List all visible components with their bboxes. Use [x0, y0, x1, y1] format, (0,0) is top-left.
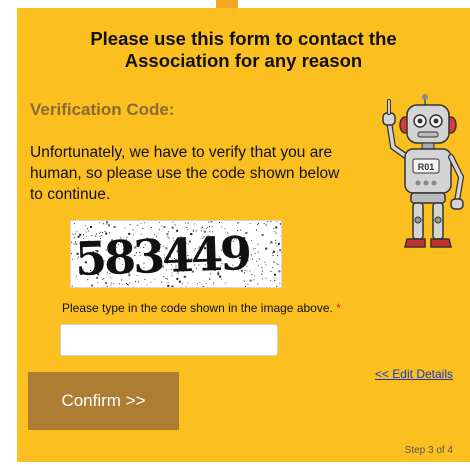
verification-title: Verification Code: — [30, 100, 175, 119]
edit-details-link[interactable]: << Edit Details — [375, 367, 453, 381]
form-heading-line1: Please use this form to contact the — [90, 28, 397, 49]
required-marker: * — [336, 301, 341, 315]
confirm-button[interactable]: Confirm >> — [28, 372, 179, 430]
captcha-image: 583449 — [70, 220, 282, 288]
step-indicator: Step 3 of 4 — [404, 445, 453, 456]
code-field-label: Please type in the code shown in the ima… — [62, 301, 341, 315]
form-heading: Please use this form to contact the Asso… — [17, 28, 470, 72]
contact-form-panel: Please use this form to contact the Asso… — [17, 8, 470, 462]
code-field-label-text: Please type in the code shown in the ima… — [62, 301, 333, 315]
form-heading-line2: Association for any reason — [124, 50, 363, 71]
verification-intro: Unfortunately, we have to verify that yo… — [30, 144, 340, 203]
top-tab-decoration — [216, 0, 238, 8]
robot-mascot-icon: R01 — [382, 94, 465, 248]
captcha-code-text: 583449 — [74, 225, 250, 287]
verification-code-input[interactable] — [60, 324, 278, 356]
robot-badge-text: R01 — [418, 162, 435, 172]
